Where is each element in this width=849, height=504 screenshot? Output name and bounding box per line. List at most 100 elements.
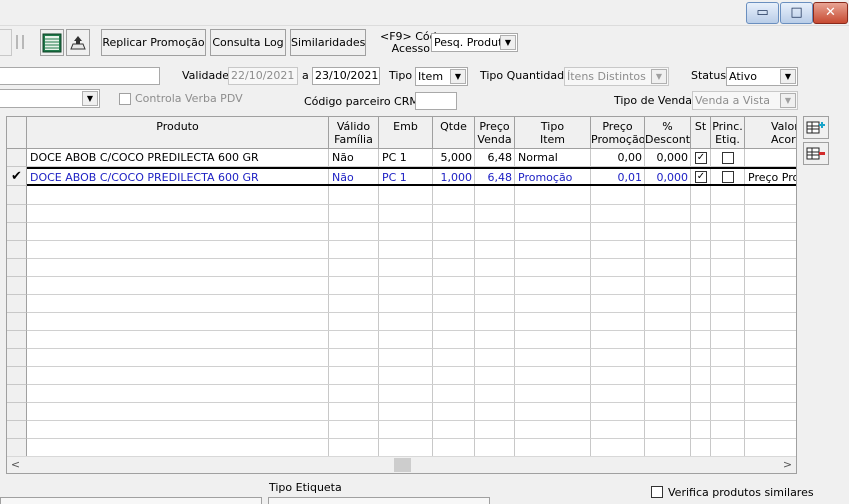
- scroll-left-icon[interactable]: <: [7, 457, 24, 473]
- st-checkbox[interactable]: ✓: [695, 152, 707, 164]
- empty-row[interactable]: [7, 439, 796, 457]
- empty-row[interactable]: [7, 295, 796, 313]
- empty-row[interactable]: [7, 367, 796, 385]
- header-qtde[interactable]: Qtde: [433, 117, 475, 149]
- codigo-crm-input[interactable]: [415, 92, 457, 110]
- minimize-button[interactable]: ▭: [746, 2, 779, 24]
- toolbar-button-partial[interactable]: [0, 29, 12, 56]
- tipo-venda-select[interactable]: Venda a Vista ▼: [692, 91, 798, 110]
- bottom-left-field[interactable]: [0, 497, 262, 504]
- chevron-down-icon[interactable]: ▼: [82, 91, 98, 106]
- empty-row[interactable]: [7, 313, 796, 331]
- cell-desconto[interactable]: 0,000: [645, 149, 691, 167]
- consulta-log-button[interactable]: Consulta Log: [210, 29, 286, 56]
- row-indicator[interactable]: [7, 421, 27, 439]
- table-row[interactable]: DOCE ABOB C/COCO PREDILECTA 600 GR Não P…: [7, 149, 796, 167]
- row-indicator[interactable]: [7, 403, 27, 421]
- pause-icon[interactable]: [14, 33, 26, 51]
- empty-row[interactable]: [7, 421, 796, 439]
- maximize-button[interactable]: □: [780, 2, 813, 24]
- row-indicator[interactable]: [7, 205, 27, 223]
- cell-desconto[interactable]: 0,000: [645, 169, 691, 187]
- add-item-button[interactable]: [803, 116, 829, 139]
- promo-items-grid[interactable]: Produto Válido Família Emb Qtde Preço Ve…: [6, 116, 797, 474]
- st-checkbox[interactable]: ✓: [695, 171, 707, 183]
- row-indicator[interactable]: [7, 313, 27, 331]
- header-emb[interactable]: Emb: [379, 117, 433, 149]
- cell-emb[interactable]: PC 1: [379, 149, 433, 167]
- cell-produto[interactable]: DOCE ABOB C/COCO PREDILECTA 600 GR: [27, 149, 329, 167]
- validade-to-input[interactable]: 23/10/2021: [312, 67, 380, 85]
- row-indicator[interactable]: [7, 277, 27, 295]
- header-desconto[interactable]: % Desconto: [645, 117, 691, 149]
- princ-etiq-checkbox[interactable]: [722, 171, 734, 183]
- header-tipo-item[interactable]: Tipo Item: [515, 117, 591, 149]
- princ-etiq-checkbox[interactable]: [722, 152, 734, 164]
- header-st[interactable]: St: [691, 117, 711, 149]
- cell-qtde[interactable]: 1,000: [433, 169, 475, 187]
- row-indicator[interactable]: [7, 367, 27, 385]
- row-indicator[interactable]: [7, 223, 27, 241]
- left-select[interactable]: ▼: [0, 89, 100, 108]
- cell-preco-venda[interactable]: 6,48: [475, 149, 515, 167]
- row-indicator[interactable]: [7, 439, 27, 457]
- cell-tipo-item[interactable]: Promoção: [515, 169, 591, 187]
- description-input[interactable]: [0, 67, 160, 85]
- remove-item-button[interactable]: [803, 142, 829, 165]
- chevron-down-icon[interactable]: ▼: [780, 93, 796, 108]
- grid-view-button[interactable]: [40, 29, 64, 56]
- empty-row[interactable]: [7, 403, 796, 421]
- empty-row[interactable]: [7, 187, 796, 205]
- scroll-thumb[interactable]: [394, 458, 411, 472]
- cell-valido-familia[interactable]: Não: [329, 149, 379, 167]
- chevron-down-icon[interactable]: ▼: [500, 35, 516, 50]
- empty-row[interactable]: [7, 349, 796, 367]
- row-indicator[interactable]: [7, 241, 27, 259]
- empty-row[interactable]: [7, 241, 796, 259]
- row-indicator[interactable]: [7, 385, 27, 403]
- status-select[interactable]: Ativo ▼: [726, 67, 798, 86]
- empty-row[interactable]: [7, 385, 796, 403]
- horizontal-scrollbar[interactable]: < >: [7, 456, 796, 473]
- empty-row[interactable]: [7, 331, 796, 349]
- empty-row[interactable]: [7, 205, 796, 223]
- cell-emb[interactable]: PC 1: [379, 169, 433, 187]
- cell-valor-acordo[interactable]: Preço Pro: [745, 169, 796, 187]
- similaridades-button[interactable]: Similaridades: [290, 29, 366, 56]
- chevron-down-icon[interactable]: ▼: [651, 69, 667, 84]
- cell-qtde[interactable]: 5,000: [433, 149, 475, 167]
- tipo-etiqueta-select[interactable]: [268, 497, 490, 504]
- cell-valor-acordo[interactable]: [745, 149, 796, 167]
- row-indicator[interactable]: [7, 187, 27, 205]
- cell-preco-promocao[interactable]: 0,01: [591, 169, 645, 187]
- empty-row[interactable]: [7, 277, 796, 295]
- chevron-down-icon[interactable]: ▼: [780, 69, 796, 84]
- replicar-promocao-button[interactable]: Replicar Promoção: [101, 29, 206, 56]
- tipo-quantidade-select[interactable]: Ítens Distintos ▼: [564, 67, 669, 86]
- row-indicator[interactable]: [7, 149, 27, 167]
- table-row-selected[interactable]: ✔ DOCE ABOB C/COCO PREDILECTA 600 GR Não…: [7, 167, 796, 186]
- controla-verba-checkbox[interactable]: [119, 93, 131, 105]
- header-preco-venda[interactable]: Preço Venda: [475, 117, 515, 149]
- eject-button[interactable]: [66, 29, 90, 56]
- scroll-right-icon[interactable]: >: [779, 457, 796, 473]
- header-valor-acordo[interactable]: Valor Acordo: [745, 117, 796, 149]
- cell-tipo-item[interactable]: Normal: [515, 149, 591, 167]
- validade-from-input[interactable]: 22/10/2021: [228, 67, 298, 85]
- row-indicator[interactable]: [7, 259, 27, 277]
- cell-valido-familia[interactable]: Não: [329, 169, 379, 187]
- row-indicator[interactable]: [7, 349, 27, 367]
- row-indicator[interactable]: [7, 295, 27, 313]
- chevron-down-icon[interactable]: ▼: [450, 69, 466, 84]
- cell-preco-venda[interactable]: 6,48: [475, 169, 515, 187]
- cell-produto[interactable]: DOCE ABOB C/COCO PREDILECTA 600 GR: [27, 169, 329, 187]
- tipo-select[interactable]: Item ▼: [415, 67, 468, 86]
- pesq-produto-select[interactable]: Pesq. Produtc ▼: [431, 33, 518, 52]
- empty-row[interactable]: [7, 259, 796, 277]
- close-button[interactable]: ✕: [813, 2, 848, 24]
- row-indicator[interactable]: [7, 331, 27, 349]
- header-valido-familia[interactable]: Válido Família: [329, 117, 379, 149]
- cell-preco-promocao[interactable]: 0,00: [591, 149, 645, 167]
- header-princ-etiq[interactable]: Princ. Etiq.: [711, 117, 745, 149]
- header-produto[interactable]: Produto: [27, 117, 329, 149]
